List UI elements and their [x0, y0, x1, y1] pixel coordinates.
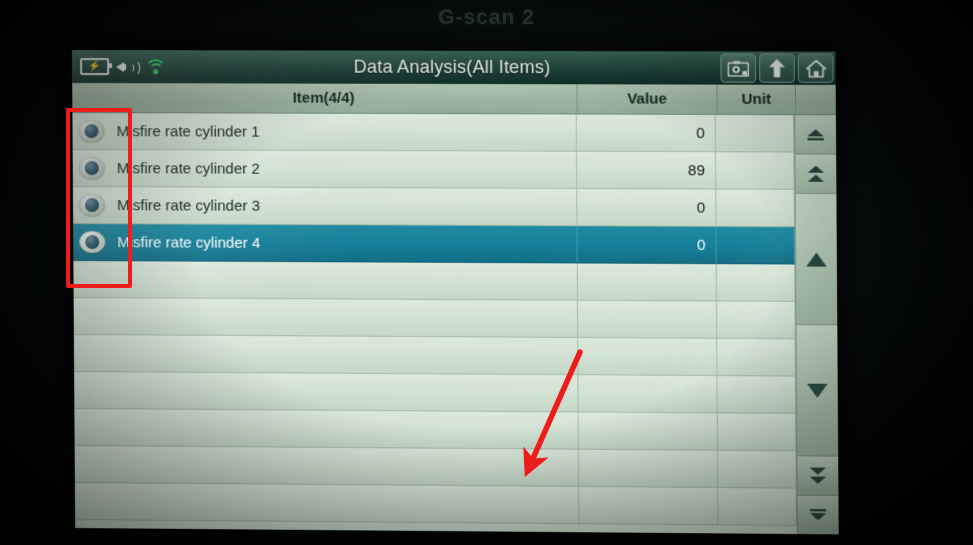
battery-charging-icon: ⚡ — [80, 58, 110, 76]
row-value-cell: 0 — [577, 188, 717, 226]
row-item-cell[interactable]: Misfire rate cylinder 4 — [73, 223, 578, 263]
column-header-spacer — [796, 85, 836, 114]
device-photo: G-scan 2 ⚡ Data Analysis(All Items) Item… — [0, 0, 973, 545]
scroll-top-button[interactable] — [795, 115, 837, 155]
row-value-cell — [578, 449, 719, 487]
row-unit-cell — [717, 450, 797, 488]
scroll-down-button[interactable] — [796, 325, 839, 457]
row-item-cell — [73, 297, 579, 337]
row-item-label: Misfire rate cylinder 3 — [116, 196, 261, 215]
table-body-area: Misfire rate cylinder 1 0 Misfire rate cyl… — [72, 112, 839, 535]
row-value-cell — [578, 412, 718, 450]
table-row-empty[interactable] — [74, 409, 797, 452]
row-item-cell — [74, 409, 579, 449]
row-unit-cell — [716, 264, 796, 301]
row-value-cell — [578, 337, 718, 376]
table-row-empty[interactable] — [74, 372, 797, 414]
scroll-bottom-button[interactable] — [797, 495, 839, 535]
volume-icon — [116, 59, 141, 76]
table-row[interactable]: Misfire rate cylinder 3 0 — [72, 186, 795, 228]
status-icon-group: ⚡ — [80, 58, 167, 81]
row-value-cell: 0 — [577, 226, 717, 264]
radio-button-icon[interactable] — [78, 194, 107, 217]
table-row-empty[interactable] — [74, 483, 797, 526]
table-row-empty[interactable] — [73, 335, 796, 377]
table-row-empty[interactable] — [73, 297, 796, 340]
row-unit-cell — [716, 226, 796, 264]
row-value-cell — [577, 263, 717, 301]
scroll-up-button[interactable] — [795, 193, 838, 326]
row-item-cell[interactable]: Misfire rate cylinder 3 — [72, 186, 578, 226]
row-unit-cell — [717, 338, 796, 376]
scrollbar-column[interactable] — [794, 115, 839, 535]
row-unit-cell — [717, 376, 797, 413]
radio-button-icon[interactable] — [78, 120, 106, 143]
home-button[interactable] — [797, 53, 834, 83]
title-button-group — [720, 53, 834, 83]
row-item-cell — [73, 260, 578, 300]
wifi-icon — [145, 58, 167, 81]
row-item-label: Misfire rate cylinder 1 — [116, 122, 260, 141]
blank-button[interactable] — [342, 533, 472, 535]
row-value-cell — [577, 300, 718, 338]
scroll-page-up-button[interactable] — [795, 154, 837, 195]
radio-button-icon[interactable] — [78, 157, 107, 180]
row-value-cell: 89 — [576, 151, 717, 189]
row-unit-cell — [718, 488, 797, 525]
row-unit-cell — [716, 301, 796, 339]
row-item-cell — [74, 483, 580, 524]
row-item-cell — [74, 446, 580, 486]
table-row-empty[interactable] — [74, 446, 797, 489]
row-unit-cell — [715, 114, 795, 152]
row-unit-cell — [715, 152, 795, 189]
table-row[interactable]: Misfire rate cylinder 4 0 — [73, 223, 796, 265]
column-header-value: Value — [577, 84, 718, 114]
row-unit-cell — [716, 189, 795, 227]
row-unit-cell — [717, 413, 797, 451]
normal-button[interactable]: Normal — [209, 532, 341, 535]
row-value-cell: 0 — [576, 114, 716, 152]
data-row-list: Misfire rate cylinder 1 0 Misfire rate cyl… — [72, 112, 797, 534]
row-item-label: Misfire rate cylinder 2 — [116, 159, 260, 178]
row-value-cell — [578, 375, 718, 413]
row-item-cell — [73, 335, 579, 375]
title-bar: ⚡ Data Analysis(All Items) — [72, 50, 836, 85]
scroll-page-down-button[interactable] — [797, 456, 839, 497]
table-column-header: Item(4/4) Value Unit — [72, 82, 836, 116]
column-header-item: Item(4/4) — [72, 82, 578, 114]
screenshot-button[interactable] — [720, 53, 757, 83]
row-item-cell — [74, 372, 579, 412]
column-header-unit: Unit — [717, 84, 797, 115]
row-item-cell[interactable]: Misfire rate cylinder 1 — [72, 112, 577, 151]
table-row[interactable]: Misfire rate cylinder 1 0 — [72, 112, 795, 153]
table-row-empty[interactable] — [73, 260, 796, 302]
function-button[interactable]: Function — [77, 531, 208, 535]
scanner-screen: ⚡ Data Analysis(All Items) Item(4/4) Val… — [72, 50, 839, 535]
device-brand-logo: G-scan 2 — [438, 6, 535, 29]
row-item-cell[interactable]: Misfire rate cylinder 2 — [72, 149, 578, 188]
up-button[interactable] — [759, 53, 795, 83]
row-value-cell — [579, 486, 719, 525]
table-row[interactable]: Misfire rate cylinder 2 89 — [72, 149, 795, 190]
radio-button-icon[interactable] — [79, 231, 107, 254]
row-item-label: Misfire rate cylinder 4 — [117, 233, 261, 252]
